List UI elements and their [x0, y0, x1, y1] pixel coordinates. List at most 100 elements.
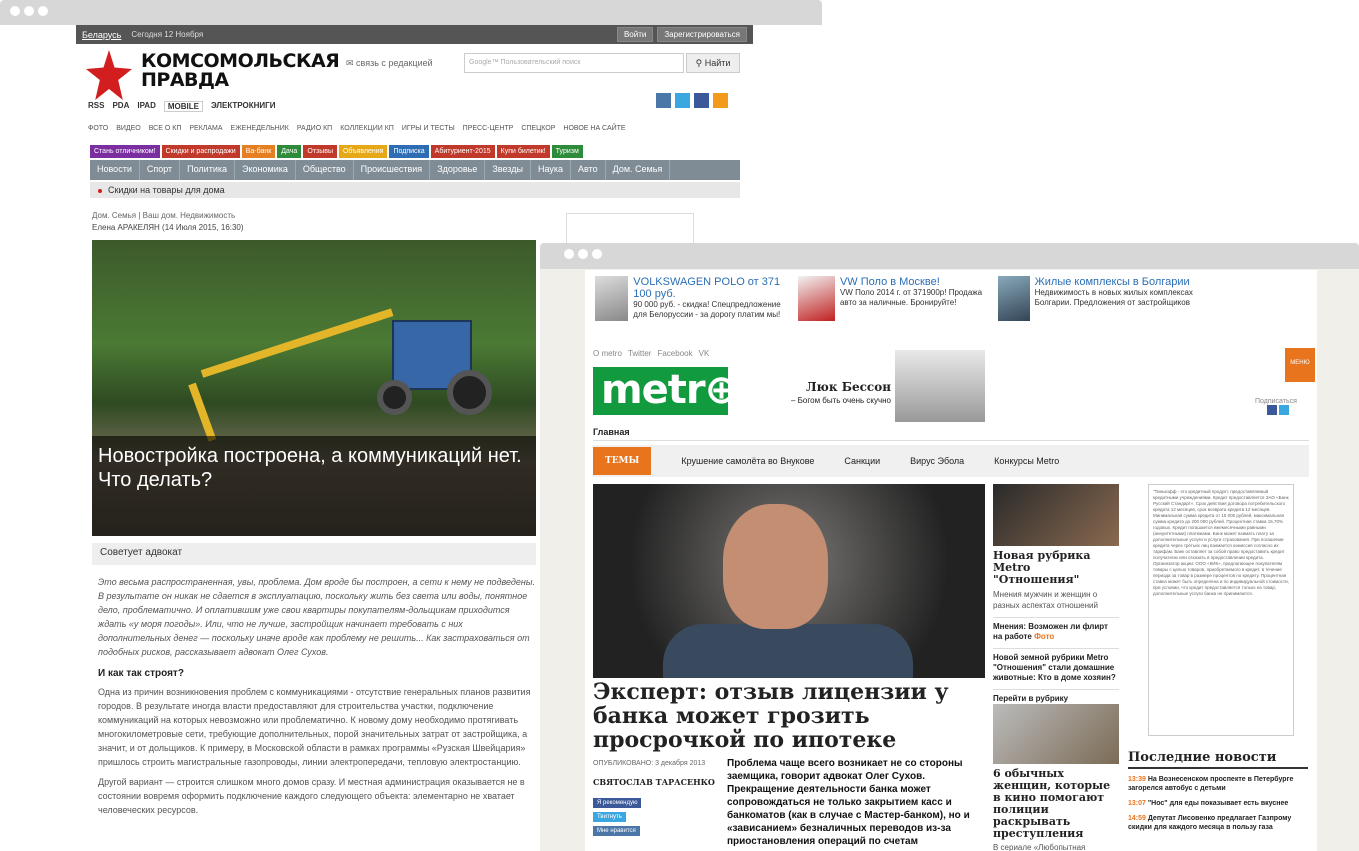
section-link[interactable]: НОВОЕ НА САЙТЕ: [563, 125, 625, 132]
topic-link[interactable]: Вирус Эбола: [910, 456, 964, 466]
wheel-shape: [447, 370, 492, 415]
ad-item[interactable]: VW Поло в Москве! VW Поло 2014 г. от 371…: [798, 276, 993, 321]
odnoklassniki-icon[interactable]: [713, 93, 728, 108]
nav-item[interactable]: Политика: [180, 160, 236, 180]
breadcrumb[interactable]: Главная: [593, 427, 1309, 441]
rubric-pill[interactable]: Стань отличником!: [90, 145, 160, 158]
photo-caption: Новостройка построена, а коммуникаций не…: [92, 436, 536, 536]
ad-item[interactable]: Жилые комплексы в Болгарии Недвижимость …: [998, 276, 1193, 321]
article-intro: Это весьма распространенная, увы, пробле…: [98, 577, 535, 657]
nav-item[interactable]: Спорт: [140, 160, 181, 180]
section-link[interactable]: ПРЕСС-ЦЕНТР: [463, 125, 514, 132]
section-link[interactable]: ВИДЕО: [116, 125, 141, 132]
facebook-icon[interactable]: [694, 93, 709, 108]
topic-link[interactable]: Санкции: [844, 456, 880, 466]
ad-item[interactable]: VOLKSWAGEN POLO от 371 100 руб. 90 000 р…: [595, 276, 790, 321]
nav-item[interactable]: Авто: [571, 160, 606, 180]
tweet-button[interactable]: Твитнуть: [593, 812, 626, 822]
topic-link[interactable]: Крушение самолёта во Внукове: [681, 456, 814, 466]
twitter-link[interactable]: Twitter: [628, 349, 652, 358]
section-link[interactable]: ФОТО: [88, 125, 108, 132]
twitter-icon[interactable]: [675, 93, 690, 108]
metro-logo[interactable]: metr⊕: [593, 367, 738, 415]
ad-title[interactable]: VW Поло в Москве!: [840, 276, 993, 288]
topic-link[interactable]: Конкурсы Metro: [994, 456, 1059, 466]
rubric-pill[interactable]: Купи билетик!: [496, 145, 550, 158]
nav-item[interactable]: Экономика: [235, 160, 296, 180]
window-controls[interactable]: [10, 6, 48, 16]
nav-item[interactable]: Дом. Семья: [606, 160, 671, 180]
article-paragraph: Другой вариант — строится слишком много …: [98, 777, 525, 815]
search-input[interactable]: Google™ Пользовательский поиск: [464, 53, 684, 73]
search-button[interactable]: ⚲ Найти: [686, 53, 740, 73]
contact-link[interactable]: ✉ связь с редакцией: [346, 58, 433, 69]
section-link[interactable]: КОЛЛЕКЦИИ КП: [340, 125, 394, 132]
facebook-icon[interactable]: [1267, 405, 1277, 415]
vk-link[interactable]: VK: [699, 349, 710, 358]
rubric-pill[interactable]: Туризм: [551, 145, 583, 158]
rubric-pill[interactable]: Объявления: [338, 145, 388, 158]
article-headline[interactable]: Эксперт: отзыв лицензии у банка может гр…: [593, 680, 985, 752]
article-subhead: И как так строят?: [98, 668, 184, 679]
ad-title[interactable]: Жилые комплексы в Болгарии: [1035, 276, 1193, 288]
news-item[interactable]: 14:59 Депутат Лисовенко предлагает Газпр…: [1128, 814, 1308, 832]
nav-item[interactable]: Здоровье: [430, 160, 486, 180]
nav-item[interactable]: Звезды: [485, 160, 531, 180]
section-link[interactable]: ВСЕ О КП: [149, 125, 182, 132]
nav-item[interactable]: Происшествия: [354, 160, 431, 180]
mobile-link[interactable]: MOBILE: [163, 101, 203, 112]
teaser-photo[interactable]: [993, 704, 1119, 764]
teaser-link[interactable]: Новой земной рубрики Metro "Отношения" с…: [993, 648, 1119, 683]
region-link[interactable]: Беларусь: [82, 30, 121, 40]
register-button[interactable]: Зарегистрироваться: [657, 27, 747, 42]
nav-item[interactable]: Наука: [531, 160, 571, 180]
rubric-link[interactable]: Перейти в рубрику: [993, 689, 1119, 704]
teaser-title[interactable]: 6 обычных женщин, которые в кино помогаю…: [993, 768, 1119, 840]
section-link[interactable]: ИГРЫ И ТЕСТЫ: [402, 125, 455, 132]
side-teaser: 6 обычных женщин, которые в кино помогаю…: [993, 704, 1119, 851]
ad-title[interactable]: VOLKSWAGEN POLO от 371 100 руб.: [633, 276, 790, 300]
twitter-icon[interactable]: [1278, 405, 1289, 415]
recommend-button[interactable]: Я рекомендую: [593, 798, 642, 808]
rubric-pill[interactable]: Отзывы: [303, 145, 337, 158]
teaser-link[interactable]: Мнения: Возможен ли флирт на работе Фото: [993, 617, 1119, 642]
ad-desc: Недвижимость в новых жилых комплексах Бо…: [1034, 288, 1193, 307]
rubric-pill[interactable]: Подписка: [389, 145, 429, 158]
rubric-pill[interactable]: Ва-банк: [241, 145, 276, 158]
share-buttons: Я рекомендую Твитнуть Мне нравится: [593, 798, 642, 840]
news-item[interactable]: 13:39 На Вознесенском проспекте в Петерб…: [1128, 775, 1308, 793]
hero-photo[interactable]: [593, 484, 985, 678]
nav-item[interactable]: Новости: [90, 160, 140, 180]
section-link[interactable]: РЕКЛАМА: [189, 125, 222, 132]
rss-link[interactable]: RSS: [88, 101, 104, 112]
menu-icon[interactable]: МЕНЮ: [1285, 348, 1315, 382]
nav-item[interactable]: Общество: [296, 160, 354, 180]
rubric-pill[interactable]: Скидки и распродажи: [161, 145, 240, 158]
article-body: Это весьма распространенная, увы, пробле…: [98, 575, 536, 817]
section-link[interactable]: СПЕЦКОР: [521, 125, 555, 132]
teaser-photo[interactable]: [993, 484, 1119, 546]
ad-text-box: "Тинькофф - это кредитный продукт, предо…: [1148, 484, 1294, 736]
ipad-link[interactable]: IPAD: [137, 101, 156, 112]
rubric-pill[interactable]: Абитуриент-2015: [430, 145, 495, 158]
section-link[interactable]: РАДИО КП: [297, 125, 332, 132]
pda-link[interactable]: PDA: [112, 101, 129, 112]
section-link[interactable]: ЕЖЕНЕДЕЛЬНИК: [231, 125, 289, 132]
about-link[interactable]: О metro: [593, 349, 622, 358]
facebook-link[interactable]: Facebook: [657, 349, 692, 358]
promo-bar[interactable]: Скидки на товары для дома: [90, 182, 740, 198]
window-controls[interactable]: [564, 249, 602, 259]
login-button[interactable]: Войти: [616, 27, 654, 42]
vk-icon[interactable]: [656, 93, 671, 108]
quote-teaser[interactable]: Люк Бессон – Богом быть очень скучно: [785, 378, 891, 405]
star-icon: [86, 50, 132, 100]
rubric-pill[interactable]: Дача: [277, 145, 302, 158]
teaser-title[interactable]: Новая рубрика Metro "Отношения": [993, 550, 1119, 586]
ad-thumbnail: [595, 276, 629, 321]
article-rubric[interactable]: Дом. Семья | Ваш дом. Недвижимость: [92, 211, 235, 220]
kp-logo[interactable]: КОМСОМОЛЬСКАЯ ПРАВДА: [86, 50, 340, 100]
news-item[interactable]: 13:07 "Нос" для еды показывает есть вкус…: [1128, 799, 1308, 808]
ebooks-link[interactable]: ЭЛЕКТРОКНИГИ: [211, 101, 275, 112]
kp-topbar: Беларусь Сегодня 12 Ноября Войти Зарегис…: [76, 25, 753, 44]
like-button[interactable]: Мне нравится: [593, 826, 640, 836]
